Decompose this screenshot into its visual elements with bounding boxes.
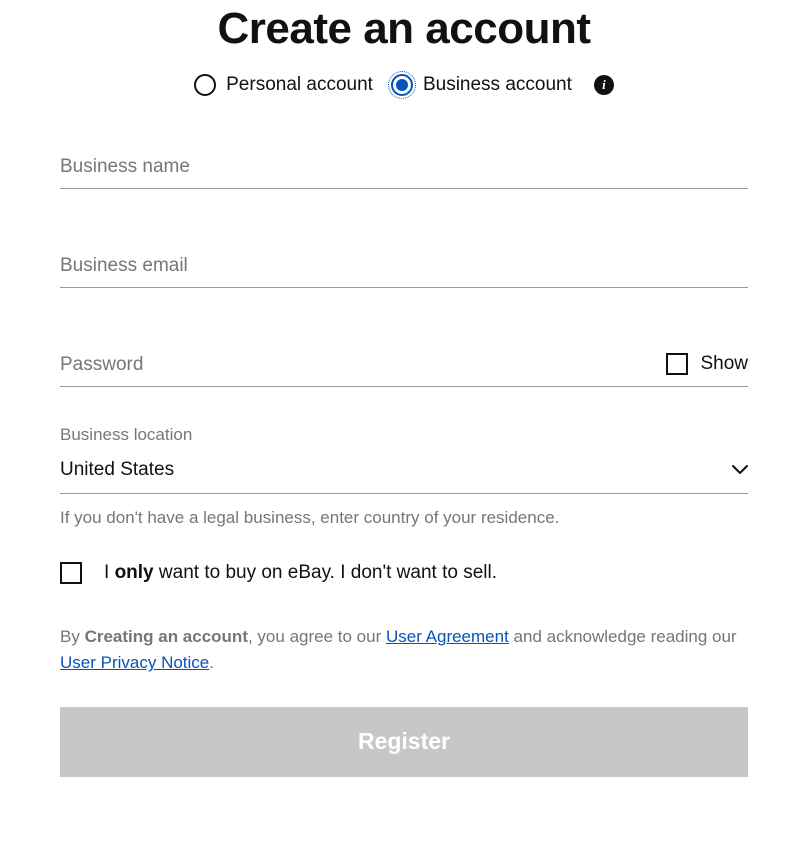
business-location-hint: If you don't have a legal business, ente… — [60, 508, 748, 528]
radio-unselected-icon — [194, 74, 216, 96]
radio-personal-account[interactable]: Personal account — [194, 74, 373, 96]
checkbox-icon — [666, 353, 688, 375]
password-field: Show — [60, 348, 748, 387]
radio-selected-icon — [391, 74, 413, 96]
user-privacy-link[interactable]: User Privacy Notice — [60, 653, 209, 672]
user-agreement-link[interactable]: User Agreement — [386, 627, 509, 646]
show-password-toggle[interactable]: Show — [666, 353, 748, 381]
checkbox-icon — [60, 562, 82, 584]
account-type-selector: Personal account Business account i — [60, 74, 748, 96]
business-location-label: Business location — [60, 425, 748, 445]
business-name-input[interactable] — [60, 150, 748, 188]
business-email-input[interactable] — [60, 249, 748, 287]
business-name-field — [60, 150, 748, 189]
register-button[interactable]: Register — [60, 707, 748, 777]
password-input[interactable] — [60, 348, 654, 386]
business-location-block: Business location United States If you d… — [60, 425, 748, 528]
business-location-select[interactable]: United States — [60, 459, 748, 494]
info-icon[interactable]: i — [594, 75, 614, 95]
buy-only-label: I only want to buy on eBay. I don't want… — [104, 562, 497, 584]
chevron-down-icon — [732, 465, 748, 475]
radio-business-account[interactable]: Business account — [391, 74, 572, 96]
business-location-value: United States — [60, 459, 174, 481]
business-email-field — [60, 249, 748, 288]
page-title: Create an account — [60, 4, 748, 54]
radio-business-label: Business account — [423, 74, 572, 96]
show-password-label: Show — [700, 353, 748, 375]
buy-only-checkbox-row[interactable]: I only want to buy on eBay. I don't want… — [60, 562, 748, 584]
legal-text: By Creating an account, you agree to our… — [60, 624, 748, 677]
radio-personal-label: Personal account — [226, 74, 373, 96]
